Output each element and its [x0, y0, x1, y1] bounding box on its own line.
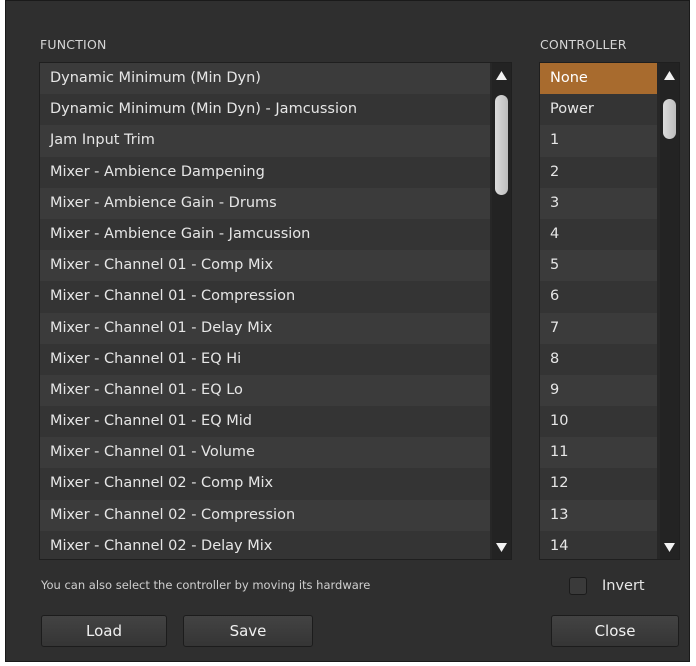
controller-list-item[interactable]: 7	[540, 312, 657, 344]
controller-scrollbar[interactable]	[660, 63, 679, 559]
function-list-item[interactable]: Mixer - Channel 02 - Comp Mix	[40, 468, 490, 500]
function-list-item[interactable]: Dynamic Minimum (Min Dyn)	[40, 63, 490, 95]
load-button[interactable]: Load	[41, 615, 167, 647]
function-list-item[interactable]: Mixer - Channel 01 - EQ Mid	[40, 406, 490, 438]
function-list-item[interactable]: Mixer - Channel 01 - Compression	[40, 281, 490, 313]
controller-rows: None Power 1 2 3 4 5 6 7 8 9 10 11 12 13 14	[540, 63, 657, 559]
controller-list-item[interactable]: None	[540, 63, 657, 95]
controller-list-item[interactable]: 2	[540, 156, 657, 188]
controller-scroll-thumb[interactable]	[663, 99, 676, 139]
function-list-item[interactable]: Mixer - Channel 02 - Delay Mix	[40, 530, 490, 559]
controller-list-item[interactable]: 6	[540, 281, 657, 313]
controller-list-item[interactable]: 8	[540, 343, 657, 375]
invert-label[interactable]: Invert	[602, 578, 645, 594]
function-list-item[interactable]: Mixer - Channel 02 - Compression	[40, 499, 490, 531]
save-button[interactable]: Save	[183, 615, 313, 647]
invert-checkbox[interactable]	[569, 577, 587, 595]
controller-list-item[interactable]: 10	[540, 406, 657, 438]
function-list-item[interactable]: Mixer - Channel 01 - EQ Hi	[40, 343, 490, 375]
controller-list-item[interactable]: 1	[540, 125, 657, 157]
controller-list-item[interactable]: 14	[540, 530, 657, 559]
controller-list-item[interactable]: 11	[540, 437, 657, 469]
hardware-hint: You can also select the controller by mo…	[41, 578, 371, 592]
controller-list[interactable]: None Power 1 2 3 4 5 6 7 8 9 10 11 12 13 14	[539, 62, 680, 560]
function-list-item[interactable]: Mixer - Ambience Gain - Drums	[40, 187, 490, 219]
controller-list-item[interactable]: 9	[540, 374, 657, 407]
scroll-up-icon[interactable]	[492, 66, 511, 84]
controller-list-item[interactable]: Power	[540, 94, 657, 126]
controller-list-item[interactable]: 5	[540, 250, 657, 282]
function-scrollbar[interactable]	[492, 63, 511, 559]
function-rows: Dynamic Minimum (Min Dyn) Dynamic Minimum…	[40, 63, 490, 559]
function-header: FUNCTION	[40, 37, 107, 52]
function-list-item[interactable]: Mixer - Channel 01 - Comp Mix	[40, 250, 490, 282]
function-list-item[interactable]: Jam Input Trim	[40, 125, 490, 157]
close-button[interactable]: Close	[551, 615, 679, 647]
function-list-item[interactable]: Mixer - Channel 01 - Delay Mix	[40, 312, 490, 344]
controller-list-item[interactable]: 13	[540, 499, 657, 531]
scroll-down-icon[interactable]	[660, 538, 679, 556]
function-scroll-thumb[interactable]	[495, 95, 508, 195]
controller-header: CONTROLLER	[540, 37, 627, 52]
controller-list-item[interactable]: 4	[540, 218, 657, 251]
function-list-item[interactable]: Dynamic Minimum (Min Dyn) - Jamcussion	[40, 94, 490, 126]
function-list-item[interactable]: Mixer - Ambience Dampening	[40, 156, 490, 188]
function-list-item[interactable]: Mixer - Channel 01 - Volume	[40, 437, 490, 469]
scroll-up-icon[interactable]	[660, 66, 679, 84]
scroll-down-icon[interactable]	[492, 538, 511, 556]
function-list-item[interactable]: Mixer - Ambience Gain - Jamcussion	[40, 218, 490, 251]
controller-list-item[interactable]: 12	[540, 468, 657, 500]
controller-mapping-dialog: FUNCTION CONTROLLER Dynamic Minimum (Min…	[5, 0, 690, 662]
controller-list-item[interactable]: 3	[540, 187, 657, 219]
function-list-item[interactable]: Mixer - Channel 01 - EQ Lo	[40, 374, 490, 407]
function-list[interactable]: Dynamic Minimum (Min Dyn) Dynamic Minimum…	[39, 62, 512, 560]
